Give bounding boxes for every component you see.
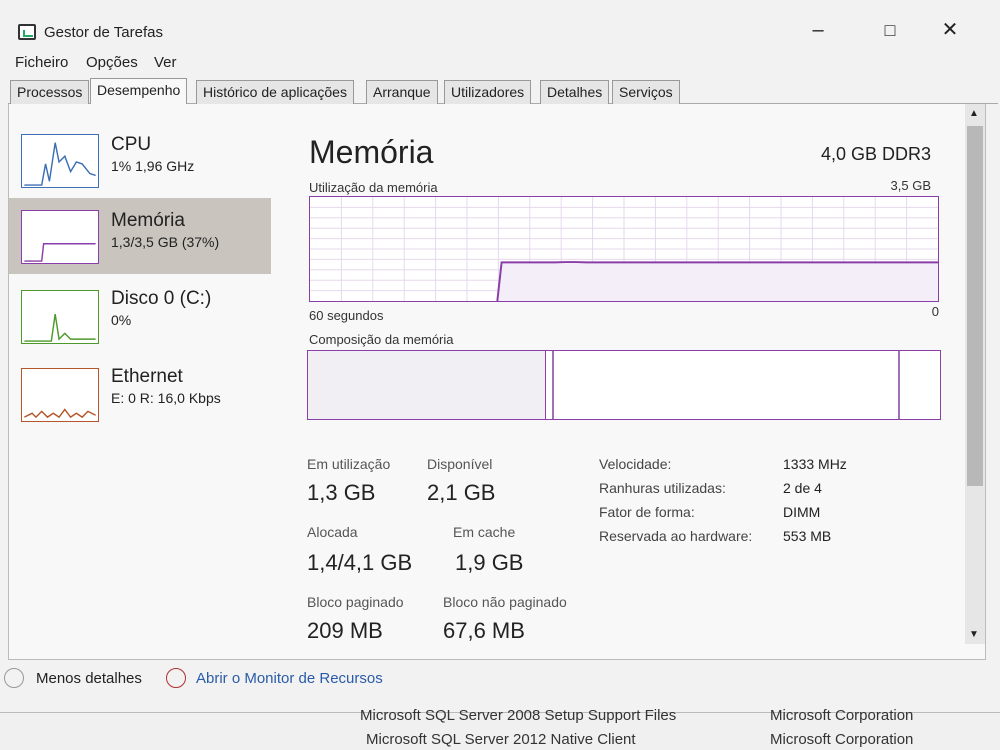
slots-label: Ranhuras utilizadas:	[599, 480, 726, 496]
memory-type: 4,0 GB DDR3	[820, 144, 931, 164]
nonpaged-pool-value: 67,6 MB	[443, 618, 525, 643]
tab-bar: Processos Desempenho Histórico de aplica…	[8, 78, 998, 106]
sidebar-item-label: Memória	[111, 210, 185, 231]
nonpaged-pool-label: Bloco não paginado	[443, 594, 567, 610]
sidebar-item-label: Disco 0 (C:)	[111, 288, 212, 309]
tab-app-history[interactable]: Histórico de aplicações	[196, 80, 354, 104]
available-value: 2,1 GB	[427, 480, 496, 505]
close-icon[interactable]: ✕	[928, 16, 972, 44]
memory-composition-bar	[307, 350, 941, 420]
minimize-icon[interactable]: –	[796, 16, 840, 44]
sidebar-item-label: Ethernet	[111, 366, 183, 387]
task-manager-icon	[18, 24, 36, 40]
form-factor-value: DIMM	[783, 504, 821, 520]
hardware-reserved-value: 553 MB	[783, 528, 832, 544]
sidebar-item-disk[interactable]: Disco 0 (C:) 0%	[9, 280, 271, 356]
list-item-publisher: Microsoft Corporation	[770, 731, 914, 748]
memory-usage-chart	[309, 196, 939, 302]
tab-services[interactable]: Serviços	[612, 80, 680, 104]
x-axis-left-label: 60 segundos	[309, 308, 384, 323]
page-title: Memória	[309, 134, 434, 170]
sidebar-item-cpu[interactable]: CPU 1% 1,96 GHz	[9, 126, 271, 202]
cached-value: 1,9 GB	[455, 550, 524, 575]
chart-max-label: 3,5 GB	[890, 178, 931, 193]
resource-monitor-icon[interactable]	[166, 668, 186, 688]
performance-panel: CPU 1% 1,96 GHz Memória 1,3/3,5 GB (37%)…	[8, 104, 986, 660]
open-resource-monitor-link[interactable]: Abrir o Monitor de Recursos	[196, 670, 383, 687]
ethernet-thumbnail	[21, 368, 99, 422]
menu-options[interactable]: Opções	[86, 54, 138, 71]
tab-startup[interactable]: Arranque	[366, 80, 438, 104]
hardware-reserved-label: Reservada ao hardware:	[599, 528, 753, 544]
scroll-thumb[interactable]	[967, 126, 983, 486]
usage-area	[497, 262, 938, 301]
scroll-up-icon[interactable]: ▲	[969, 108, 979, 119]
composition-in-use[interactable]	[308, 351, 546, 419]
paged-pool-label: Bloco paginado	[307, 594, 404, 610]
speed-label: Velocidade:	[599, 456, 672, 472]
slots-value: 2 de 4	[783, 480, 822, 496]
footer-bar: Menos detalhes Abrir o Monitor de Recurs…	[0, 664, 1000, 694]
tab-performance[interactable]: Desempenho	[90, 78, 188, 106]
x-axis-right-label: 0	[931, 304, 939, 319]
tab-details[interactable]: Detalhes	[540, 80, 610, 104]
task-manager-window: Gestor de Tarefas – □ ✕ Ficheiro Opções …	[0, 0, 1000, 712]
committed-value: 1,4/4,1 GB	[307, 550, 413, 575]
composition-divider	[898, 351, 900, 419]
paged-pool-value: 209 MB	[307, 618, 383, 643]
fewer-details-link[interactable]: Menos detalhes	[36, 670, 142, 687]
chart-title: Utilização da memória	[309, 180, 438, 195]
memory-thumbnail	[21, 210, 99, 264]
list-item[interactable]: Microsoft SQL Server 2008 Setup Support …	[360, 707, 676, 724]
menu-view[interactable]: Ver	[154, 54, 177, 71]
sidebar-item-memory[interactable]: Memória 1,3/3,5 GB (37%)	[9, 198, 271, 274]
chevron-up-icon[interactable]	[4, 668, 24, 688]
vertical-scrollbar[interactable]: ▲ ▼	[965, 104, 985, 644]
list-item-publisher: Microsoft Corporation	[770, 707, 914, 724]
sidebar-item-label: CPU	[111, 134, 152, 155]
background-window-list: Microsoft SQL Server 2008 Setup Support …	[0, 707, 1000, 750]
composition-divider	[552, 351, 554, 419]
tab-users[interactable]: Utilizadores	[444, 80, 532, 104]
sidebar-item-ethernet[interactable]: Ethernet E: 0 R: 16,0 Kbps	[9, 358, 271, 434]
disk-thumbnail	[21, 290, 99, 344]
sidebar-item-value: 0%	[111, 312, 132, 328]
committed-label: Alocada	[307, 524, 358, 540]
window-title: Gestor de Tarefas	[44, 24, 163, 41]
form-factor-label: Fator de forma:	[599, 504, 695, 520]
tab-processes[interactable]: Processos	[10, 80, 90, 104]
composition-title: Composição da memória	[309, 332, 454, 347]
in-use-value: 1,3 GB	[307, 480, 376, 505]
scroll-down-icon[interactable]: ▼	[969, 629, 979, 640]
title-bar: Gestor de Tarefas – □ ✕	[0, 10, 1000, 52]
cpu-thumbnail	[21, 134, 99, 188]
sidebar-item-value: 1,3/3,5 GB (37%)	[111, 234, 220, 250]
sidebar-item-value: 1% 1,96 GHz	[111, 158, 195, 174]
in-use-label: Em utilização	[307, 456, 391, 472]
sidebar-item-value: E: 0 R: 16,0 Kbps	[111, 390, 221, 406]
available-label: Disponível	[427, 456, 493, 472]
cached-label: Em cache	[453, 524, 516, 540]
menu-file[interactable]: Ficheiro	[15, 54, 68, 71]
list-item[interactable]: Microsoft SQL Server 2012 Native Client	[366, 731, 636, 748]
maximize-icon[interactable]: □	[868, 16, 912, 44]
speed-value: 1333 MHz	[783, 456, 847, 472]
